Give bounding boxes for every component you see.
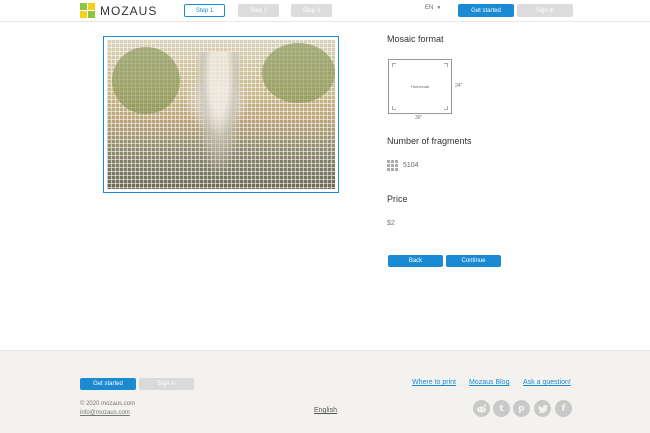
mosaic-format-title: Mosaic format [387, 34, 444, 44]
copyright-text: © 2020 mozaus.com [80, 401, 136, 407]
pinterest-icon[interactable]: p [513, 400, 530, 417]
page: MOZAUS Step 1 Step 2 Step 3 EN ▼ Get sta… [0, 0, 650, 433]
tumblr-icon[interactable]: t [493, 400, 510, 417]
format-width: 36" [415, 115, 423, 121]
where-to-print-link[interactable]: Where to print [412, 379, 456, 386]
get-started-button[interactable]: Get started [458, 4, 514, 17]
price-title: Price [387, 194, 408, 204]
language-label: EN [425, 5, 434, 11]
mozaus-blog-link[interactable]: Mozaus Blog [469, 379, 509, 386]
step-1-tab[interactable]: Step 1 [184, 4, 225, 17]
ask-question-link[interactable]: Ask a question! [523, 379, 571, 386]
format-label: Horizontal [410, 84, 429, 89]
continue-button[interactable]: Continue [446, 255, 501, 267]
footer-sign-in-button[interactable]: Sign in [139, 378, 194, 390]
fragments-title: Number of fragments [387, 136, 472, 146]
fragments-value: 5104 [403, 162, 419, 169]
language-selector[interactable]: EN ▼ [425, 5, 441, 11]
footer-get-started-button[interactable]: Get started [80, 378, 136, 390]
logo-text: MOZAUS [100, 3, 158, 18]
format-horizontal-option[interactable]: Horizontal [388, 59, 452, 114]
sign-in-button[interactable]: Sign in [517, 4, 573, 17]
step-3-tab[interactable]: Step 3 [291, 4, 332, 17]
logo[interactable]: MOZAUS [80, 3, 157, 18]
fragments-count: 5104 [387, 160, 419, 171]
step-2-tab[interactable]: Step 2 [238, 4, 279, 17]
price-value: $2 [387, 220, 395, 227]
grid-icon [387, 160, 398, 171]
mosaic-preview-frame [103, 36, 339, 193]
twitter-icon[interactable] [534, 400, 551, 417]
back-button[interactable]: Back [388, 255, 443, 267]
footer-language-link[interactable]: English [314, 407, 337, 414]
logo-mark-icon [80, 3, 95, 18]
mosaic-preview-image [107, 40, 335, 189]
top-header: MOZAUS Step 1 Step 2 Step 3 EN ▼ Get sta… [0, 0, 650, 22]
facebook-icon[interactable]: f [555, 400, 572, 417]
caret-down-icon: ▼ [436, 5, 442, 11]
footer: Get started Sign in Where to print Mozau… [0, 350, 650, 433]
reddit-icon[interactable] [473, 400, 490, 417]
email-link[interactable]: info@mozaus.com [80, 410, 130, 416]
format-height: 24" [455, 83, 463, 89]
